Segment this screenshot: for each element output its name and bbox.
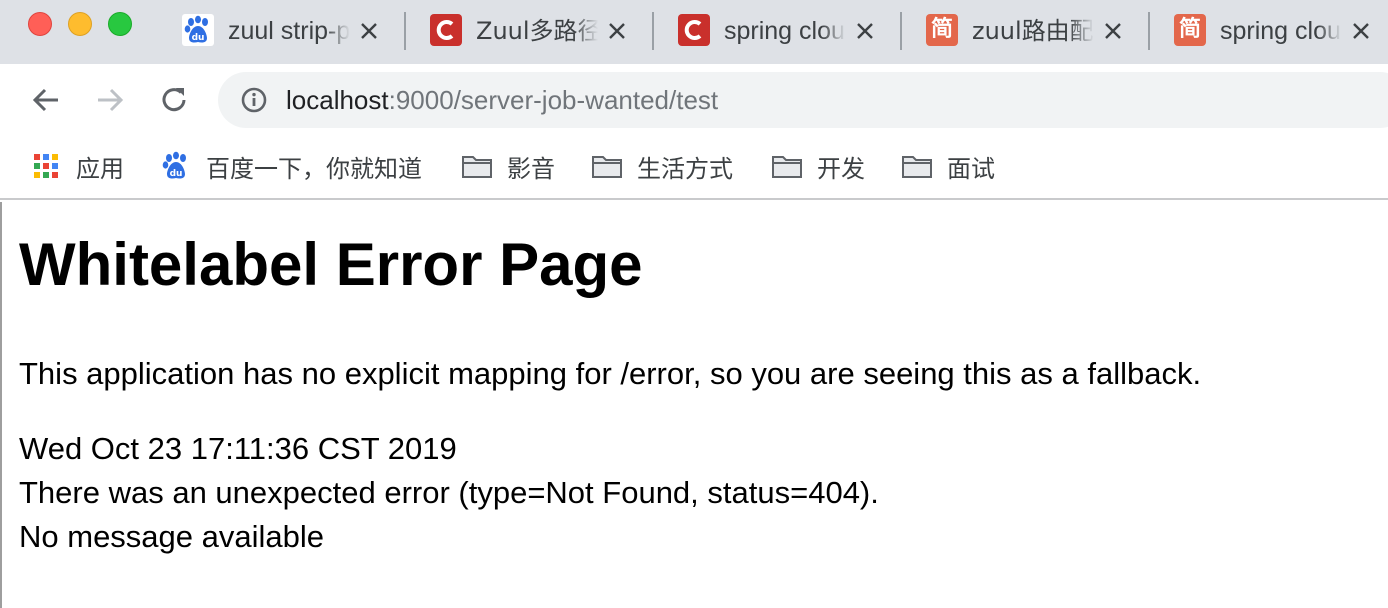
bookmark-label: 百度一下，你就知道 <box>206 154 422 183</box>
reload-button[interactable] <box>154 80 194 120</box>
close-tab-icon[interactable] <box>604 18 630 44</box>
address-bar[interactable]: localhost:9000/server-job-wanted/test <box>218 72 1388 128</box>
tab-1[interactable]: du zuul strip-prefix <box>170 0 418 62</box>
bookmark-label: 影音 <box>507 154 555 183</box>
tab-title: zuul strip-prefix <box>228 17 350 45</box>
url-text[interactable]: localhost:9000/server-job-wanted/test <box>286 84 718 116</box>
tab-separator <box>900 12 902 50</box>
bookmark-label: 面试 <box>947 154 995 183</box>
error-message: This application has no explicit mapping… <box>19 356 1202 391</box>
tab-title: Zuul多路径 <box>476 17 598 45</box>
jianshu-icon: 简 <box>1174 14 1206 46</box>
forward-button[interactable] <box>90 80 130 120</box>
close-tab-icon[interactable] <box>852 18 878 44</box>
minimize-window-button[interactable] <box>68 12 92 36</box>
error-timestamp: Wed Oct 23 17:11:36 CST 2019 <box>19 431 457 466</box>
tab-title: spring cloud <box>724 17 846 45</box>
tab-strip: du zuul strip-prefix Zuul多路径 <box>0 0 1388 64</box>
close-tab-icon[interactable] <box>1100 18 1126 44</box>
zoom-window-button[interactable] <box>108 12 132 36</box>
bookmark-apps[interactable]: 应用 <box>30 148 124 184</box>
bookmark-baidu[interactable]: du 百度一下，你就知道 <box>160 148 422 184</box>
error-detail: No message available <box>19 519 325 554</box>
apps-grid-icon <box>30 150 62 182</box>
url-host: localhost <box>286 85 389 115</box>
folder-icon <box>591 150 623 182</box>
tab-3[interactable]: spring cloud <box>666 0 914 62</box>
tab-title: spring cloud <box>1220 17 1342 45</box>
baidu-icon: du <box>182 14 214 46</box>
csdn-icon <box>430 14 462 46</box>
tab-title: zuul路由配 <box>972 17 1094 45</box>
url-path: :9000/server-job-wanted/test <box>388 85 719 115</box>
tab-separator <box>652 12 654 50</box>
bookmark-label: 应用 <box>76 154 124 183</box>
tab-5[interactable]: 简 spring cloud <box>1162 0 1388 62</box>
bookmark-folder-media[interactable]: 影音 <box>461 148 555 184</box>
close-tab-icon[interactable] <box>356 18 382 44</box>
svg-text:du: du <box>192 33 205 43</box>
page-title: Whitelabel Error Page <box>19 231 643 298</box>
back-button[interactable] <box>26 80 66 120</box>
page-content: Whitelabel Error Page This application h… <box>0 202 1388 608</box>
toolbar: localhost:9000/server-job-wanted/test <box>0 64 1388 136</box>
bookmark-label: 开发 <box>817 154 865 183</box>
close-tab-icon[interactable] <box>1348 18 1374 44</box>
error-status: There was an unexpected error (type=Not … <box>19 475 879 510</box>
forward-arrow-icon <box>98 88 124 112</box>
baidu-icon: du <box>160 150 192 182</box>
csdn-icon <box>678 14 710 46</box>
folder-icon <box>771 150 803 182</box>
close-window-button[interactable] <box>28 12 52 36</box>
reload-icon <box>162 88 186 112</box>
browser-window: du zuul strip-prefix Zuul多路径 <box>0 0 1388 608</box>
bookmarks-bar: 应用 du 百度一下，你就知道 影音 生活方式 开发 面试 <box>0 136 1388 200</box>
svg-text:du: du <box>170 169 183 179</box>
tab-separator <box>1148 12 1150 50</box>
back-arrow-icon <box>32 88 58 112</box>
folder-icon <box>901 150 933 182</box>
bookmark-folder-dev[interactable]: 开发 <box>771 148 865 184</box>
jianshu-icon: 简 <box>926 14 958 46</box>
folder-icon <box>461 150 493 182</box>
bookmark-label: 生活方式 <box>637 154 733 183</box>
tab-4[interactable]: 简 zuul路由配 <box>914 0 1162 62</box>
bookmark-folder-interview[interactable]: 面试 <box>901 148 995 184</box>
tab-2[interactable]: Zuul多路径 <box>418 0 666 62</box>
tab-separator <box>404 12 406 50</box>
info-icon[interactable] <box>240 86 268 114</box>
bookmark-folder-lifestyle[interactable]: 生活方式 <box>591 148 733 184</box>
